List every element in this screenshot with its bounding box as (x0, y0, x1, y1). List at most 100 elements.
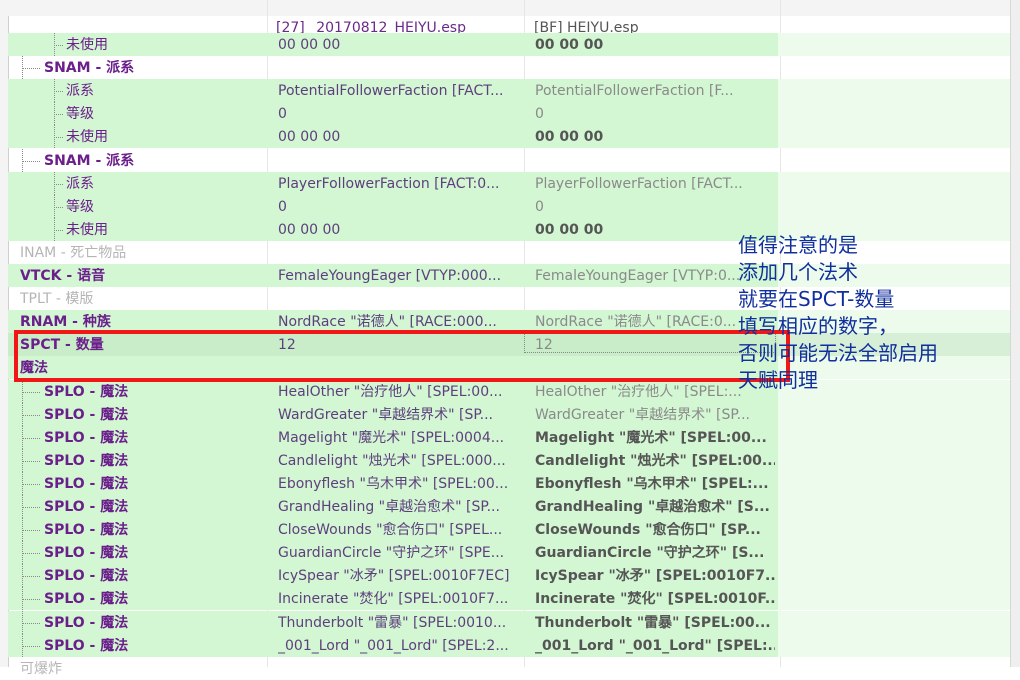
plugin-1-value[interactable]: Ebonyflesh "乌木甲术" [SPEL:00... (278, 476, 524, 492)
tree-connector (54, 183, 63, 185)
plugin-1-value[interactable]: Magelight "魔光术" [SPEL:0004... (278, 430, 524, 446)
plugin-2-value[interactable]: 0 (535, 199, 775, 215)
tree-connector (22, 160, 40, 162)
plugin-2-value[interactable]: Candlelight "烛光术" [SPEL:00... (535, 453, 775, 469)
tree-connector (54, 206, 63, 208)
plugin-1-value[interactable]: 00 00 00 (278, 222, 524, 238)
row-empty-cell (778, 471, 1010, 495)
plugin-1-value[interactable]: GuardianCircle "守护之环" [SPE... (278, 545, 524, 561)
plugin-2-value[interactable]: 00 00 00 (535, 37, 775, 53)
row-empty-cell (778, 518, 1010, 542)
table-row[interactable]: 派系 PotentialFollowerFaction [FACT... Poten… (8, 79, 1010, 103)
annotation-note: 值得注意的是 添加几个法术 就要在SPCT-数量 填写相应的数字， 否则可能无法全部启用… (738, 232, 1020, 394)
table-row[interactable]: SPLO - 魔法 GrandHealing "卓越治愈术" [SP... Gran… (8, 495, 1010, 518)
field-label: SPLO - 魔法 (44, 383, 129, 400)
table-row[interactable]: SPLO - 魔法 IcySpear "冰矛" [SPEL:0010F7EC] Ic… (8, 564, 1010, 588)
table-row[interactable]: 未使用 00 00 00 00 00 00 (8, 33, 1010, 56)
annotation-line: 添加几个法术 (738, 260, 858, 284)
table-row[interactable]: SPLO - 魔法 _001_Lord "_001_Lord" [SPEL:2..… (8, 633, 1010, 657)
plugin-1-value[interactable]: GrandHealing "卓越治愈术" [SP... (278, 499, 524, 515)
plugin-2-value[interactable]: GrandHealing "卓越治愈术" [S... (535, 499, 775, 515)
table-row[interactable]: SNAM - 派系 (8, 148, 1010, 172)
annotation-line: 天赋同理 (738, 368, 818, 392)
field-label: SNAM - 派系 (44, 152, 135, 169)
table-row[interactable]: SPLO - 魔法 Incinerate "焚化" [SPEL:0010F7...… (8, 587, 1010, 611)
tree-connector (22, 391, 40, 393)
plugin-1-value[interactable]: _001_Lord "_001_Lord" [SPEL:2... (278, 638, 524, 654)
table-row[interactable]: SPLO - 魔法 Ebonyflesh "乌木甲术" [SPEL:00... Eb… (8, 471, 1010, 495)
field-label: 派系 (66, 83, 94, 100)
table-row[interactable]: 等级 0 0 (8, 194, 1010, 218)
row-empty-cell (778, 448, 1010, 472)
field-label: SPLO - 魔法 (44, 499, 129, 515)
field-label: 未使用 (66, 37, 108, 53)
tree-connector (54, 114, 63, 116)
plugin-2-value[interactable]: 00 00 00 (535, 129, 775, 145)
field-label: SPLO - 魔法 (44, 406, 129, 423)
tree-connector (22, 437, 40, 439)
field-label: SPLO - 魔法 (44, 591, 129, 608)
plugin-1-value[interactable]: Thunderbolt "雷暴" [SPEL:0010... (278, 615, 524, 631)
plugin-2-value[interactable]: Magelight "魔光术" [SPEL:00... (535, 430, 775, 446)
plugin-2-value[interactable]: 0 (535, 106, 775, 122)
plugin-2-value[interactable]: PlayerFollowerFaction [FACT... (535, 176, 775, 192)
table-row[interactable]: SPLO - 魔法 Thunderbolt "雷暴" [SPEL:0010... T… (8, 610, 1010, 634)
plugin-1-value[interactable]: Candlelight "烛光术" [SPEL:000... (278, 453, 524, 469)
vertical-scrollbar[interactable] (1010, 0, 1020, 667)
plugin-2-value[interactable]: WardGreater "卓越结界术" [SP... (535, 407, 775, 423)
plugin-2-value[interactable]: Ebonyflesh "乌木甲术" [SPEL:... (535, 476, 775, 492)
plugin-1-value[interactable]: PotentialFollowerFaction [FACT... (278, 83, 524, 99)
row-empty-cell (778, 171, 1010, 195)
table-row[interactable]: SNAM - 派系 (8, 56, 1010, 80)
tree-connector (54, 137, 63, 139)
field-label: SPLO - 魔法 (44, 637, 129, 654)
field-label: SPCT - 数量 (20, 337, 104, 354)
field-label: SPLO - 魔法 (44, 475, 129, 492)
table-row[interactable]: 可爆炸 (8, 657, 1010, 680)
table-row[interactable]: 未使用 00 00 00 00 00 00 (8, 125, 1010, 149)
plugin-1-value[interactable]: FemaleYoungEager [VTYP:000... (278, 268, 524, 284)
table-row[interactable]: 等级 0 0 (8, 102, 1010, 126)
annotation-line: 否则可能无法全部启用 (738, 341, 938, 365)
plugin-1-value[interactable]: 0 (278, 199, 524, 215)
plugin-1-value[interactable]: 00 00 00 (278, 129, 524, 145)
plugin-1-value[interactable]: 12 (278, 337, 524, 353)
tree-connector (22, 460, 40, 462)
field-label: TPLT - 模版 (20, 291, 94, 308)
tree-connector (22, 68, 40, 70)
plugin-1-value[interactable]: HealOther "治疗他人" [SPEL:00... (278, 384, 524, 400)
field-label: 派系 (66, 175, 94, 192)
plugin-2-value[interactable]: CloseWounds "愈合伤口" [SP... (535, 522, 775, 538)
table-row[interactable]: SPLO - 魔法 GuardianCircle "守护之环" [SPE... Gu… (8, 541, 1010, 565)
field-label: SPLO - 魔法 (44, 545, 129, 562)
field-label: SPLO - 魔法 (44, 568, 129, 585)
table-row[interactable]: 派系 PlayerFollowerFaction [FACT:0... Player… (8, 171, 1010, 195)
table-row[interactable]: SPLO - 魔法 Magelight "魔光术" [SPEL:0004... Ma… (8, 425, 1010, 449)
plugin-2-value[interactable]: IcySpear "冰矛" [SPEL:0010F7... (535, 568, 775, 584)
row-empty-cell (778, 402, 1010, 426)
table-row[interactable]: SPLO - 魔法 WardGreater "卓越结界术" [SP... WardG… (8, 402, 1010, 426)
plugin-1-value[interactable]: IcySpear "冰矛" [SPEL:0010F7EC] (278, 568, 524, 584)
plugin-2-value[interactable]: Incinerate "焚化" [SPEL:0010F... (535, 591, 775, 607)
plugin-1-value[interactable]: CloseWounds "愈合伤口" [SPEL... (278, 522, 524, 538)
plugin-2-value[interactable]: _001_Lord "_001_Lord" [SPEL:... (535, 638, 775, 654)
plugin-1-value[interactable]: 00 00 00 (278, 37, 524, 53)
table-row[interactable]: SPLO - 魔法 CloseWounds "愈合伤口" [SPEL... Clos… (8, 518, 1010, 542)
field-label: 可爆炸 (20, 660, 62, 677)
row-empty-cell (778, 194, 1010, 218)
plugin-1-value[interactable]: NordRace "诺德人" [RACE:000... (278, 314, 524, 330)
plugin-1-value[interactable]: PlayerFollowerFaction [FACT:0... (278, 176, 524, 192)
row-empty-cell (778, 425, 1010, 449)
plugin-1-value[interactable]: 0 (278, 106, 524, 122)
field-label: 等级 (66, 198, 94, 215)
row-empty-cell (778, 610, 1010, 634)
row-empty-cell (778, 587, 1010, 611)
plugin-2-value[interactable]: Thunderbolt "雷暴" [SPEL:00... (535, 615, 775, 631)
row-empty-cell (778, 33, 1010, 56)
plugin-1-value[interactable]: WardGreater "卓越结界术" [SP... (278, 407, 524, 423)
plugin-1-value[interactable]: Incinerate "焚化" [SPEL:0010F7... (278, 591, 524, 607)
plugin-2-value[interactable]: GuardianCircle "守护之环" [S... (535, 545, 775, 561)
table-row[interactable]: SPLO - 魔法 Candlelight "烛光术" [SPEL:000... C… (8, 448, 1010, 472)
plugin-2-value[interactable]: PotentialFollowerFaction [F... (535, 83, 775, 99)
row-empty-cell (778, 564, 1010, 588)
